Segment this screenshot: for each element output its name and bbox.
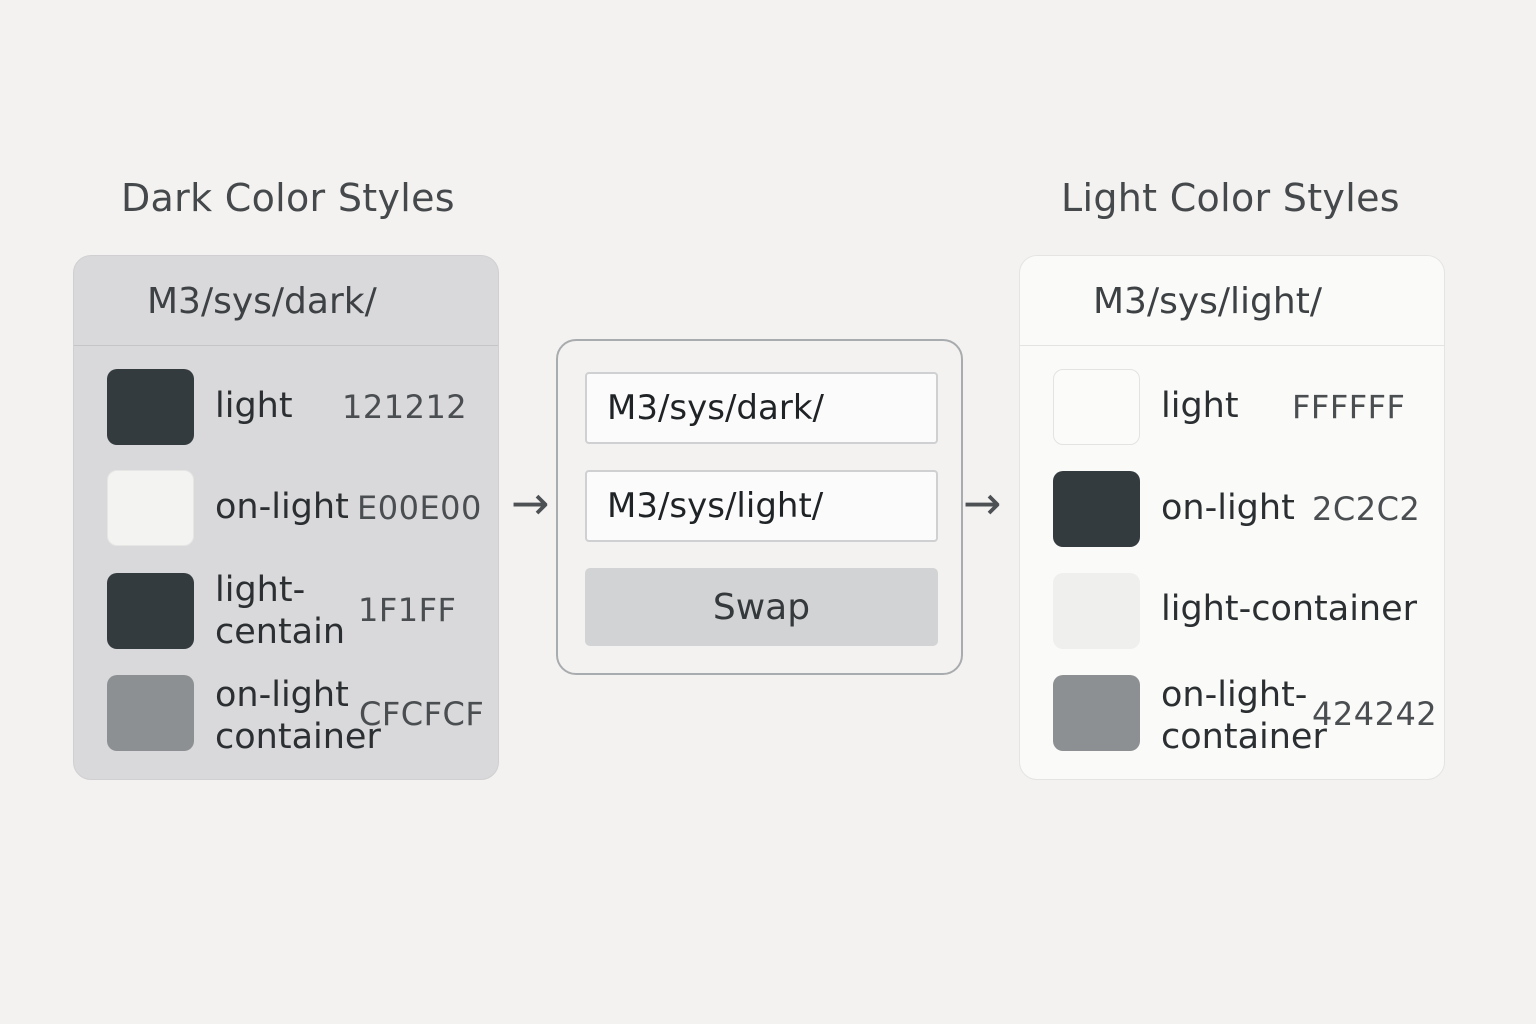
- style-name: on-light: [1161, 488, 1295, 528]
- style-name-line-2: container: [215, 717, 381, 757]
- light-styles-panel: M3/sys/light/ light FFFFFF on-light 2C2C…: [1019, 255, 1445, 780]
- light-row-light-container[interactable]: light-container: [1020, 571, 1444, 651]
- color-swatch: [107, 573, 194, 649]
- arrow-right-icon: →: [511, 476, 550, 530]
- style-name-line-2: centain: [215, 612, 346, 652]
- style-name: on-light- container: [1161, 674, 1327, 758]
- style-name: on-light container: [215, 674, 381, 758]
- color-swatch: [1053, 471, 1140, 547]
- style-name-line-1: on-light-: [1161, 675, 1308, 715]
- color-swatch: [107, 369, 194, 445]
- style-name-line-1: on-light: [215, 675, 349, 715]
- style-name: light: [1161, 386, 1239, 426]
- light-prefix-label: M3/sys/light/: [1093, 281, 1322, 322]
- color-swatch: [1053, 369, 1140, 445]
- dark-panel-header: M3/sys/dark/: [74, 256, 498, 346]
- dark-styles-title: Dark Color Styles: [121, 176, 455, 220]
- style-name-line-2: container: [1161, 717, 1327, 757]
- style-name: light: [215, 386, 293, 426]
- dark-row-on-light-container[interactable]: on-light container CFCFCF: [74, 673, 498, 757]
- source-prefix-input[interactable]: [585, 372, 938, 444]
- color-swatch: [1053, 675, 1140, 751]
- arrow-right-icon: →: [963, 476, 1002, 530]
- style-name-line-1: light-: [215, 570, 306, 610]
- style-name: on-light: [215, 487, 349, 527]
- style-hex-value: E00E00: [357, 489, 482, 527]
- light-row-on-light-container[interactable]: on-light- container 424242: [1020, 673, 1444, 757]
- light-styles-title: Light Color Styles: [1061, 176, 1400, 220]
- light-row-on-light[interactable]: on-light 2C2C2: [1020, 469, 1444, 549]
- style-hex-value: CFCFCF: [359, 695, 485, 733]
- swap-dialog: Swap: [556, 339, 963, 675]
- light-row-light[interactable]: light FFFFFF: [1020, 367, 1444, 447]
- dark-row-light[interactable]: light 121212: [74, 367, 498, 447]
- light-panel-header: M3/sys/light/: [1020, 256, 1444, 346]
- style-hex-value: 2C2C2: [1312, 490, 1421, 528]
- swap-button[interactable]: Swap: [585, 568, 938, 646]
- color-swatch: [107, 675, 194, 751]
- dark-styles-panel: M3/sys/dark/ light 121212 on-light E00E0…: [73, 255, 499, 780]
- style-hex-value: 424242: [1312, 695, 1438, 733]
- color-swatch: [1053, 573, 1140, 649]
- target-prefix-input[interactable]: [585, 470, 938, 542]
- dark-row-on-light[interactable]: on-light E00E00: [74, 468, 498, 548]
- style-name: light- centain: [215, 569, 345, 653]
- dark-prefix-label: M3/sys/dark/: [147, 281, 377, 322]
- style-hex-value: 121212: [342, 388, 468, 426]
- style-hex-value: FFFFFF: [1292, 388, 1406, 426]
- dark-row-light-container[interactable]: light- centain 1F1FF: [74, 569, 498, 653]
- style-hex-value: 1F1FF: [358, 591, 457, 629]
- style-name: light-container: [1161, 589, 1418, 629]
- color-swatch: [107, 470, 194, 546]
